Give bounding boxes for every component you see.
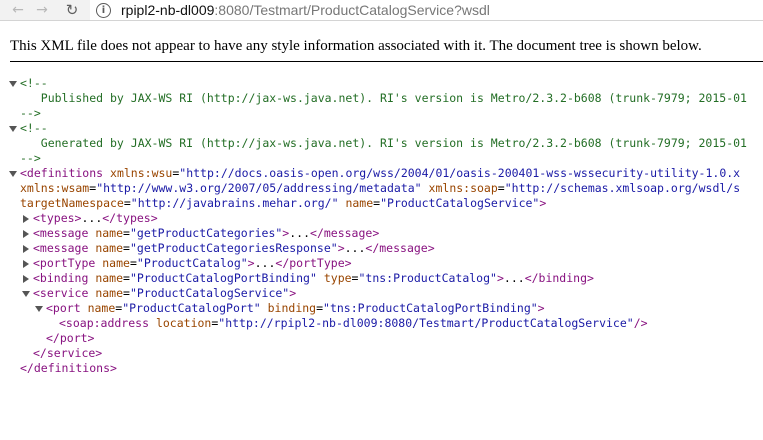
collapse-toggle-port[interactable] [35,306,43,312]
service-open: <service name="ProductCatalogService"> [33,286,297,300]
soap-address-element: <soap:address location="http://rpipl2-nb… [59,316,648,330]
arrow-right-icon: → [36,2,48,18]
definitions-close: </definitions> [20,361,117,375]
reload-button[interactable]: ↻ [62,0,82,20]
definitions-open-line2: xmlns:wsam="http://www.w3.org/2007/05/ad… [20,181,741,195]
collapse-toggle-definitions[interactable] [9,171,17,177]
url-path: :8080/Testmart/ProductCatalogService?wsd… [214,2,490,18]
address-bar[interactable]: i rpipl2-nb-dl009:8080/Testmart/ProductC… [90,0,763,20]
binding-element: <binding name="ProductCatalogPortBinding… [33,271,594,285]
porttype-element: <portType name="ProductCatalog">...</por… [33,256,352,270]
comment2-close: --> [20,151,41,165]
port-close: </port> [46,331,95,345]
url-host: rpipl2-nb-dl009 [121,2,215,18]
comment2-text: Generated by JAX-WS RI (http://jax-ws.ja… [20,136,747,150]
expand-toggle-binding[interactable] [23,275,29,283]
comment1-close: --> [20,106,41,120]
message2-element: <message name="getProductCategoriesRespo… [33,241,435,255]
comment1-open: <!-- [20,76,48,90]
arrow-left-icon: ← [12,2,24,18]
back-button[interactable]: ← [8,0,28,20]
collapse-toggle-comment1[interactable] [9,81,17,87]
reload-icon: ↻ [65,1,79,19]
collapse-toggle-service[interactable] [22,291,30,297]
message1-element: <message name="getProductCategories">...… [33,226,380,240]
expand-toggle-message1[interactable] [23,230,29,238]
info-icon[interactable]: i [96,2,111,18]
browser-toolbar: ← → ↻ i rpipl2-nb-dl009:8080/Testmart/Pr… [0,0,763,21]
service-close: </service> [33,346,103,360]
port-open: <port name="ProductCatalogPort" binding=… [46,301,545,315]
comment2-open: <!-- [20,121,48,135]
expand-toggle-types[interactable] [23,215,29,223]
comment1-text: Published by JAX-WS RI (http://jax-ws.ja… [20,91,747,105]
expand-toggle-message2[interactable] [23,245,29,253]
definitions-open-line3: targetNamespace="http://javabrains.mehar… [20,196,547,210]
forward-button[interactable]: → [32,0,52,20]
definitions-open-line1: <definitions xmlns:wsu="http://docs.oasi… [20,166,741,180]
notice-divider [10,61,763,62]
xml-style-notice: This XML file does not appear to have an… [10,38,702,54]
types-element: <types>...</types> [33,211,158,225]
expand-toggle-porttype[interactable] [23,260,29,268]
collapse-toggle-comment2[interactable] [9,126,17,132]
